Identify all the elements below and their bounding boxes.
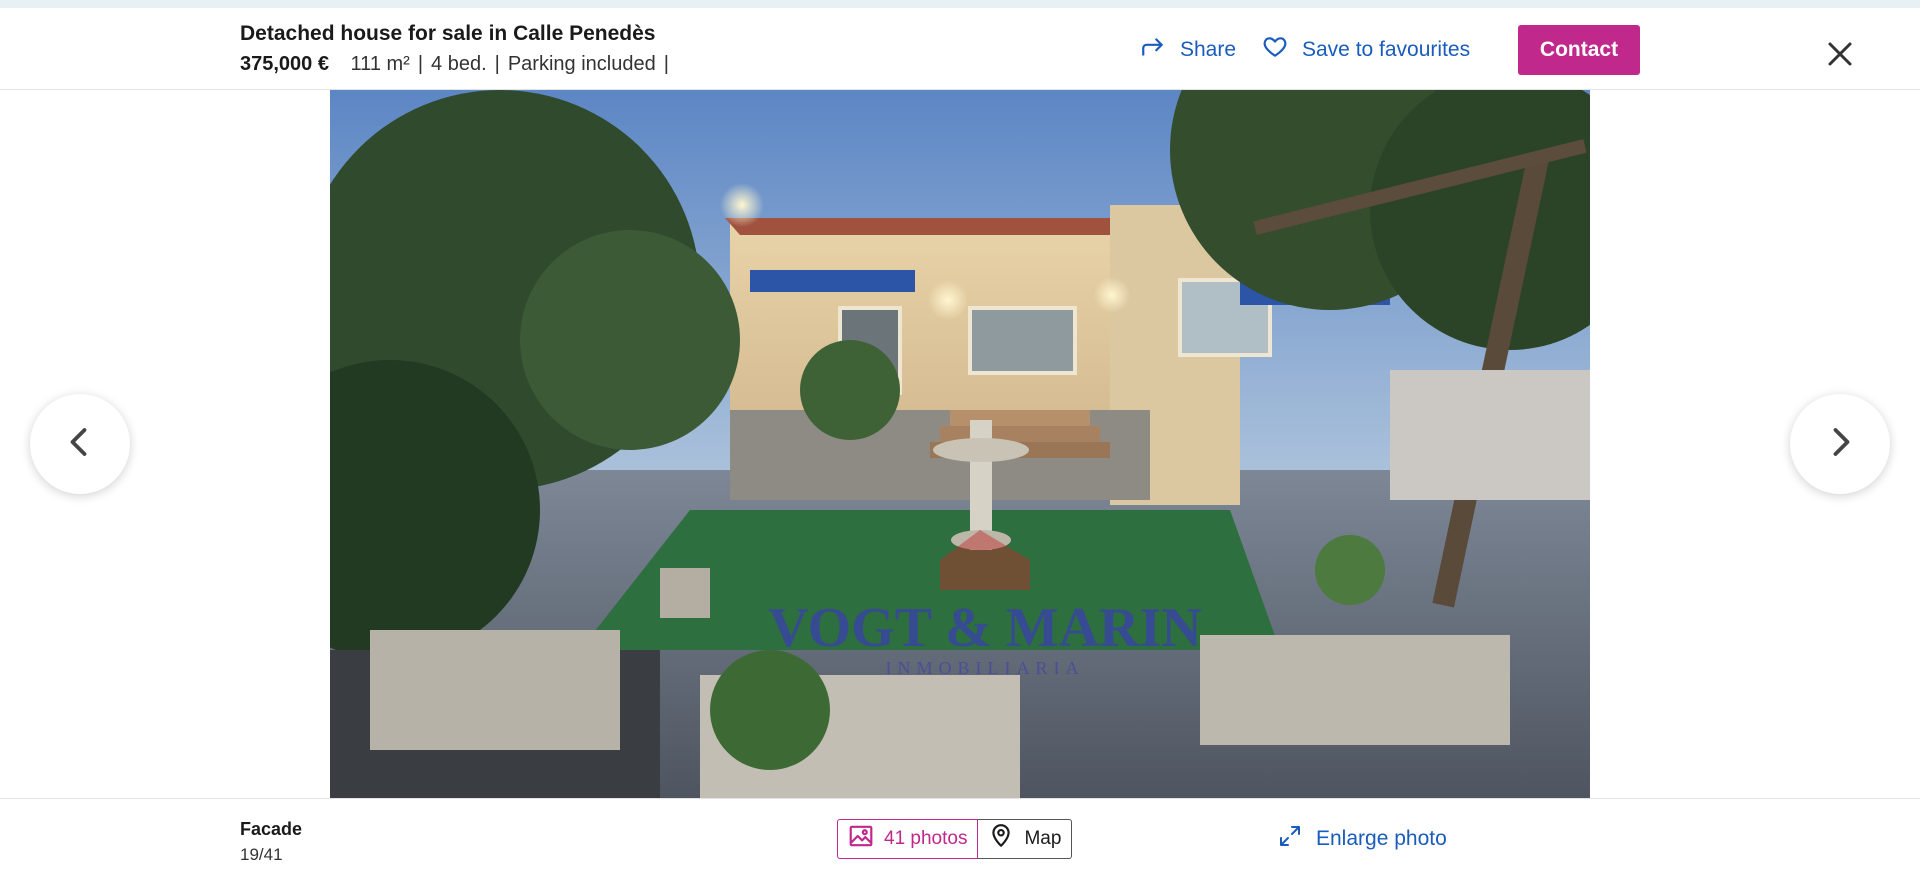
feature-area: 111 m²: [350, 53, 410, 75]
share-label: Share: [1180, 38, 1237, 61]
next-photo-button[interactable]: [1790, 394, 1890, 494]
feature-bedrooms: 4 bed.: [431, 53, 487, 75]
photo-watermark: VOGT & MARIN: [768, 597, 1201, 659]
close-button[interactable]: [1824, 38, 1856, 70]
enlarge-photo-label: Enlarge photo: [1316, 827, 1447, 850]
separator: |: [663, 53, 669, 75]
previous-photo-button[interactable]: [30, 394, 130, 494]
chevron-left-icon: [62, 424, 98, 465]
photo-footer: Facade 19/41 41 photos Map Enlarge photo: [0, 798, 1920, 877]
feature-parking: Parking included: [507, 53, 656, 75]
media-toggle: 41 photos Map: [837, 819, 1073, 859]
photo-viewer: VOGT & MARIN INMOBILIARIA: [0, 90, 1920, 798]
listing-header: Detached house for sale in Calle Penedès…: [0, 8, 1920, 90]
heart-icon: [1262, 34, 1288, 66]
share-button[interactable]: Share: [1140, 30, 1236, 70]
photo-caption: Facade: [240, 819, 303, 839]
enlarge-photo-button[interactable]: Enlarge photo: [1278, 819, 1447, 859]
share-icon: [1140, 34, 1166, 66]
chevron-right-icon: [1822, 424, 1858, 465]
listing-summary: 375,000 € 111 m² | 4 bed. | Parking included…: [240, 53, 677, 76]
save-favourite-label: Save to favourites: [1302, 38, 1471, 61]
expand-icon: [1278, 824, 1302, 854]
listing-price: 375,000 €: [240, 53, 329, 75]
top-strip: [0, 0, 1920, 8]
photo-watermark-sub: INMOBILIARIA: [886, 658, 1085, 678]
tab-map[interactable]: Map: [978, 819, 1073, 859]
contact-button[interactable]: Contact: [1518, 25, 1640, 75]
listing-photo[interactable]: VOGT & MARIN INMOBILIARIA: [330, 90, 1590, 798]
image-icon: [848, 823, 874, 855]
map-pin-icon: [988, 823, 1014, 855]
tab-photos-label: 41 photos: [884, 828, 968, 849]
tab-photos[interactable]: 41 photos: [837, 819, 979, 859]
photo-counter: 19/41: [240, 845, 283, 864]
separator: |: [494, 53, 500, 75]
listing-title: Detached house for sale in Calle Penedès: [240, 22, 656, 45]
close-icon: [1824, 42, 1856, 74]
separator: |: [417, 53, 424, 75]
save-favourite-button[interactable]: Save to favourites: [1262, 30, 1470, 70]
tab-map-label: Map: [1024, 828, 1062, 849]
